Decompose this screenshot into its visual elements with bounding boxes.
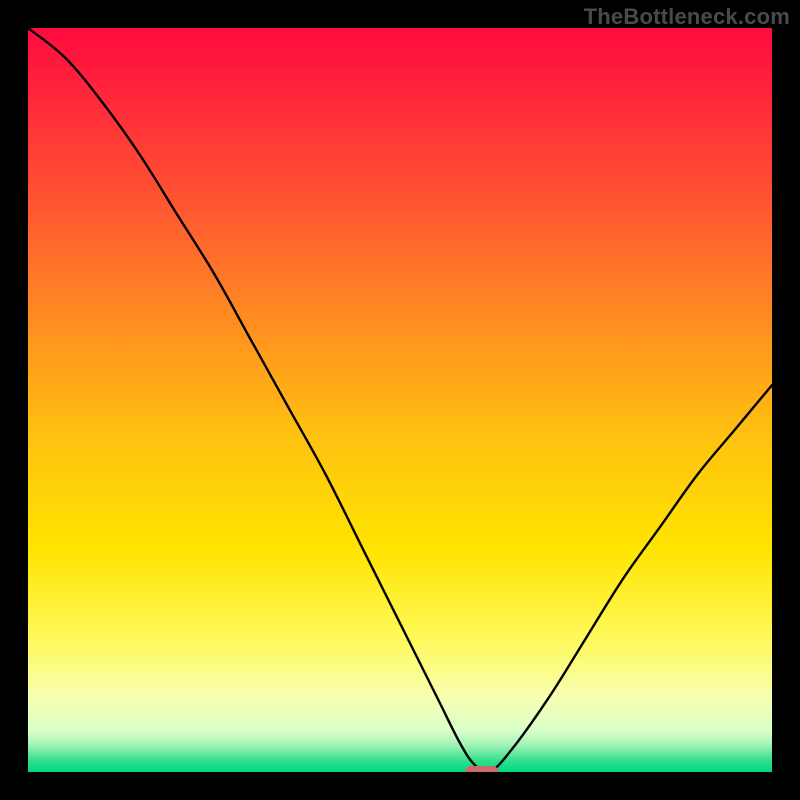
watermark-label: TheBottleneck.com <box>584 4 790 30</box>
bottleneck-chart-svg <box>28 28 772 772</box>
gradient-background <box>28 28 772 772</box>
plot-area <box>28 28 772 772</box>
chart-frame: TheBottleneck.com <box>0 0 800 800</box>
optimum-marker <box>465 766 498 772</box>
